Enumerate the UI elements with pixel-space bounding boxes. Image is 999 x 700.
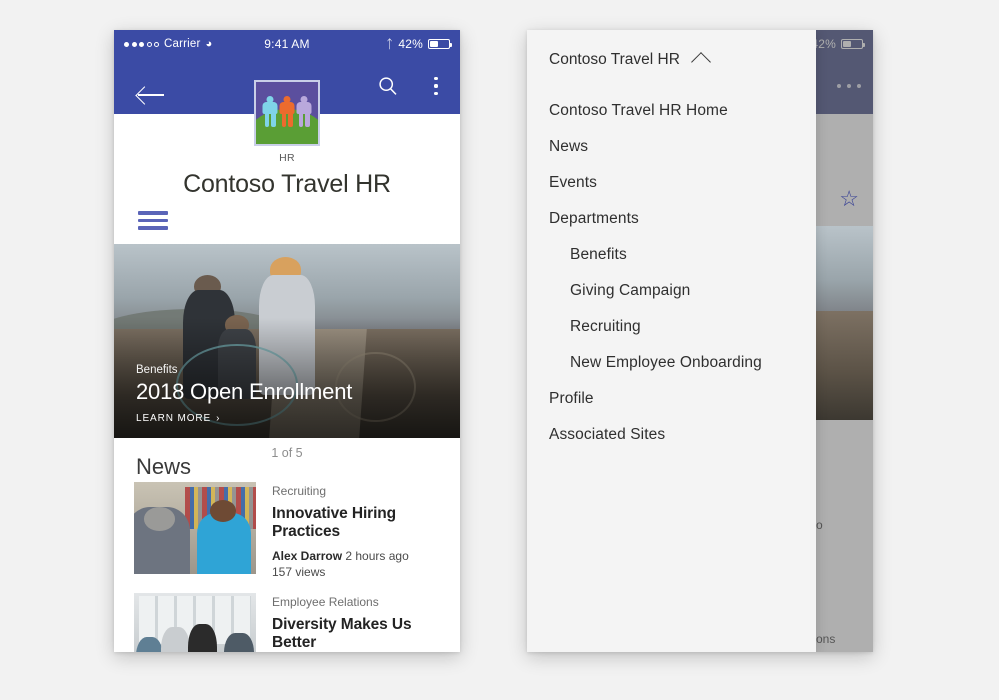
app-bar-actions [364,62,460,110]
hero-banner-peek [816,226,873,420]
flyout-nav-list: Contoso Travel HR Home News Events Depar… [527,93,816,453]
news-item-author: Alex Darrow [272,548,343,563]
phone-mockup-navigation: 42% o ons ☆ [527,30,873,652]
hamburger-menu-button[interactable] [114,211,168,244]
nav-item-recruiting[interactable]: Recruiting [527,309,816,345]
site-header: HR Contoso Travel HR [114,80,460,244]
phone-mockup-home: Carrier ◕ 9:41 AM ᛏ 42% HR Contoso Trave… [114,30,460,652]
kebab-menu-icon [434,77,438,95]
flyout-header[interactable]: Contoso Travel HR [527,30,816,72]
news-item-category: Employee Relations [272,594,379,609]
flyout-title: Contoso Travel HR [549,50,680,68]
battery-percent-label: 42% [398,37,423,51]
nav-item-news[interactable]: News [527,129,816,165]
logo-people-group [256,94,318,128]
news-item-views: 157 views [272,564,326,579]
news-item-body: Recruiting Innovative Hiring Practices A… [272,482,446,579]
nav-item-events[interactable]: Events [527,165,816,201]
hero-title: 2018 Open Enrollment [136,378,353,404]
news-header: 1 of 5 News [114,438,460,482]
hero-banner[interactable]: Benefits 2018 Open Enrollment LEARN MORE… [114,243,460,438]
carousel-pager: 1 of 5 [271,445,303,460]
team-meeting-photo [134,592,256,652]
logo-person-3 [296,96,313,128]
chevron-right-icon: › [216,412,221,424]
hero-text: Benefits 2018 Open Enrollment LEARN MORE… [136,364,352,424]
status-bar-right: ᛏ 42% [385,37,452,51]
nav-item-benefits[interactable]: Benefits [527,237,816,273]
news-item-headline[interactable]: Innovative Hiring Practices [272,505,446,541]
bluetooth-icon: ᛏ [385,37,394,51]
nav-item-new-employee-onboarding[interactable]: New Employee Onboarding [527,345,816,381]
logo-person-2 [279,96,296,128]
nav-item-home[interactable]: Contoso Travel HR Home [527,93,816,129]
news-heading: News [136,453,192,479]
news-section: 1 of 5 News Recruiting Innovative Hiring… [114,437,460,653]
news-item-body: Employee Relations Diversity Makes Us Be… [272,593,446,653]
status-bar: Carrier ◕ 9:41 AM ᛏ 42% [114,30,460,58]
site-logo[interactable] [254,80,320,146]
navigation-flyout: Contoso Travel HR Contoso Travel HR Home… [527,30,816,652]
interview-handshake-photo [134,481,256,574]
news-item-category: Recruiting [272,483,327,498]
news-item-headline[interactable]: Diversity Makes Us Better [272,616,446,652]
hero-learn-more-link[interactable]: LEARN MORE › [136,413,352,424]
nav-item-giving-campaign[interactable]: Giving Campaign [527,273,816,309]
news-list-item[interactable]: Recruiting Innovative Hiring Practices A… [114,481,460,593]
news-list-item[interactable]: Employee Relations Diversity Makes Us Be… [114,592,460,653]
hr-people-logo-icon [254,80,320,146]
battery-icon [428,39,452,49]
search-icon [379,77,397,95]
news-item-byline: Alex Darrow 2 hours ago [272,549,446,563]
search-button[interactable] [364,62,412,110]
screenshot-stage: Carrier ◕ 9:41 AM ᛏ 42% HR Contoso Trave… [0,0,999,700]
hero-category: Benefits [136,363,178,376]
logo-person-1 [262,96,279,128]
star-icon[interactable]: ☆ [839,188,859,210]
peek-text-line-1: o [816,518,823,532]
news-item-time: 2 hours ago [345,548,409,563]
page-title: Contoso Travel HR [183,170,391,198]
nav-item-profile[interactable]: Profile [527,381,816,417]
hero-cta-label: LEARN MORE [136,412,212,424]
peek-text-line-2: ons [816,632,836,646]
nav-item-departments[interactable]: Departments [527,201,816,237]
overflow-menu-button[interactable] [412,62,460,110]
nav-item-associated-sites[interactable]: Associated Sites [527,417,816,453]
chevron-up-icon[interactable] [691,52,711,72]
